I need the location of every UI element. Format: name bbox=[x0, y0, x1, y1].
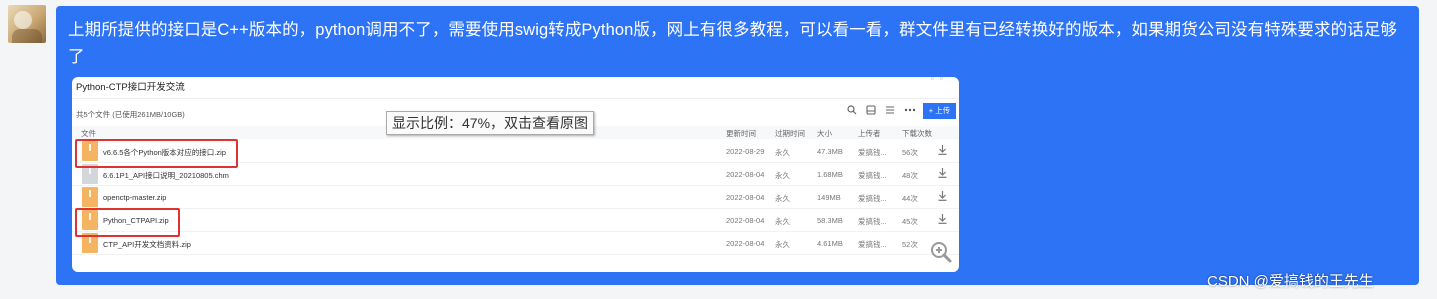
col-expire[interactable]: 过期时间 bbox=[775, 128, 805, 139]
highlight-box bbox=[75, 139, 238, 168]
download-icon[interactable] bbox=[938, 168, 947, 181]
upload-button[interactable]: + 上传 bbox=[923, 103, 956, 119]
search-icon[interactable] bbox=[847, 105, 857, 118]
file-expire: 永久 bbox=[775, 240, 790, 249]
embedded-screenshot[interactable]: Python-CTP接口开发交流 ▫▫ 共5个文件 (已使用261MB/10GB… bbox=[72, 77, 959, 272]
file-size: 149MB bbox=[817, 193, 841, 202]
file-expire: 永久 bbox=[775, 217, 790, 226]
file-downloads: 56次 bbox=[902, 148, 918, 157]
file-updated: 2022-08-04 bbox=[726, 193, 765, 202]
file-updated: 2022-08-04 bbox=[726, 216, 765, 225]
highlight-box bbox=[75, 208, 180, 237]
message-bubble: 上期所提供的接口是C++版本的，python调用不了，需要使用swig转成Pyt… bbox=[56, 6, 1419, 285]
zoom-tooltip: 显示比例：47%，双击查看原图 bbox=[386, 111, 595, 135]
col-uploader[interactable]: 上传者 bbox=[858, 128, 881, 139]
message-text: 上期所提供的接口是C++版本的，python调用不了，需要使用swig转成Pyt… bbox=[68, 21, 1398, 66]
file-row[interactable]: CTP_API开发文档资料.zip 2022-08-04 永久 4.61MB 爱搞钱..… bbox=[72, 231, 959, 255]
file-uploader: 爱搞钱... bbox=[858, 148, 887, 157]
download-icon[interactable] bbox=[938, 145, 947, 158]
file-size: 47.3MB bbox=[817, 147, 843, 156]
file-name[interactable]: openctp-master.zip bbox=[103, 193, 166, 202]
file-row[interactable]: openctp-master.zip 2022-08-04 永久 149MB 爱搞钱..… bbox=[72, 185, 959, 209]
divider bbox=[72, 98, 959, 99]
file-updated: 2022-08-04 bbox=[726, 239, 765, 248]
zip-file-icon bbox=[82, 187, 98, 207]
window-controls-icon: ▫▫ bbox=[930, 77, 949, 83]
file-updated: 2022-08-29 bbox=[726, 147, 765, 156]
download-icon[interactable] bbox=[938, 191, 947, 204]
group-title: Python-CTP接口开发交流 bbox=[76, 82, 185, 93]
download-icon[interactable] bbox=[938, 214, 947, 227]
col-size[interactable]: 大小 bbox=[817, 128, 832, 139]
file-updated: 2022-08-04 bbox=[726, 170, 765, 179]
more-icon[interactable] bbox=[904, 105, 916, 118]
list-view-icon[interactable] bbox=[885, 105, 895, 118]
col-downloads[interactable]: 下载次数 bbox=[902, 128, 932, 139]
inbox-icon[interactable] bbox=[866, 105, 876, 118]
file-uploader: 爱搞钱... bbox=[858, 171, 887, 180]
file-size: 1.68MB bbox=[817, 170, 843, 179]
upload-label: 上传 bbox=[935, 106, 951, 115]
file-expire: 永久 bbox=[775, 194, 790, 203]
file-name[interactable]: 6.6.1P1_API接口说明_20210805.chm bbox=[103, 170, 229, 181]
col-name[interactable]: 文件 bbox=[81, 128, 96, 139]
file-downloads: 45次 bbox=[902, 217, 918, 226]
file-uploader: 爱搞钱... bbox=[858, 217, 887, 226]
file-downloads: 48次 bbox=[902, 171, 918, 180]
file-count: 共5个文件 (已使用261MB/10GB) bbox=[76, 110, 185, 119]
file-name[interactable]: CTP_API开发文档资料.zip bbox=[103, 239, 191, 250]
file-size: 58.3MB bbox=[817, 216, 843, 225]
file-row[interactable]: Python_CTPAPI.zip 2022-08-04 永久 58.3MB 爱搞钱..… bbox=[72, 208, 959, 232]
zoom-icon[interactable] bbox=[930, 241, 952, 263]
col-updated[interactable]: 更新时间 bbox=[726, 128, 756, 139]
watermark: CSDN @爱搞钱的王先生 bbox=[1207, 273, 1374, 290]
file-downloads: 44次 bbox=[902, 194, 918, 203]
file-uploader: 爱搞钱... bbox=[858, 194, 887, 203]
sender-avatar[interactable] bbox=[8, 5, 46, 43]
file-expire: 永久 bbox=[775, 171, 790, 180]
file-uploader: 爱搞钱... bbox=[858, 240, 887, 249]
file-expire: 永久 bbox=[775, 148, 790, 157]
file-downloads: 52次 bbox=[902, 240, 918, 249]
file-size: 4.61MB bbox=[817, 239, 843, 248]
